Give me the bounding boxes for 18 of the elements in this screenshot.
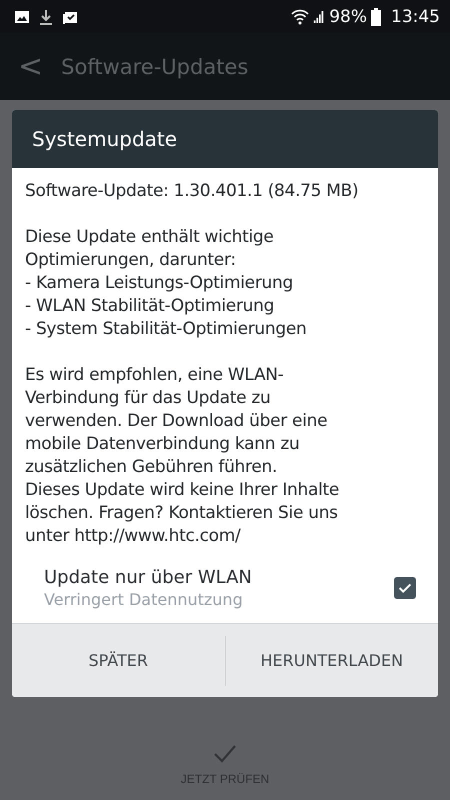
signal-icon bbox=[313, 8, 326, 24]
checkbox[interactable] bbox=[394, 577, 416, 599]
dialog-title: Systemupdate bbox=[32, 127, 178, 151]
image-icon bbox=[14, 8, 30, 24]
notice-text: Es wird empfohlen, eine WLAN- Verbindung für das Update zu verwenden. Der Download über eine mobile Datenverbindung kann zu zusätzlichen Gebühren führen. Dieses Update wird keine Ihrer Inhalte löschen. Fragen? Kontaktieren Sie uns unter http://www.htc.com/ bbox=[25, 364, 340, 548]
option-summary: Verringert Datennutzung bbox=[44, 590, 244, 609]
download-icon bbox=[38, 8, 54, 24]
checkmark-icon bbox=[212, 744, 237, 764]
download-button[interactable]: HERUNTERLADEN bbox=[226, 624, 438, 697]
wifi-icon bbox=[291, 8, 310, 24]
description-text: Diese Update enthält wichtige Optimierungen, darunter: - Kamera Leistungs-Optimierung - WLAN Stabilität-Optimierung - System Stabilität-Optimierungen bbox=[25, 226, 308, 341]
screen-title: Software-Updates bbox=[61, 54, 248, 78]
version-text: Software-Update: 1.30.401.1 (84.75 MB) bbox=[25, 180, 360, 203]
option-label: Update nur über WLAN bbox=[44, 567, 252, 588]
later-button[interactable]: SPÄTER bbox=[12, 624, 224, 697]
battery-icon bbox=[371, 8, 381, 26]
clock: 13:45 bbox=[391, 6, 440, 26]
battery-level: 98% bbox=[329, 6, 367, 26]
